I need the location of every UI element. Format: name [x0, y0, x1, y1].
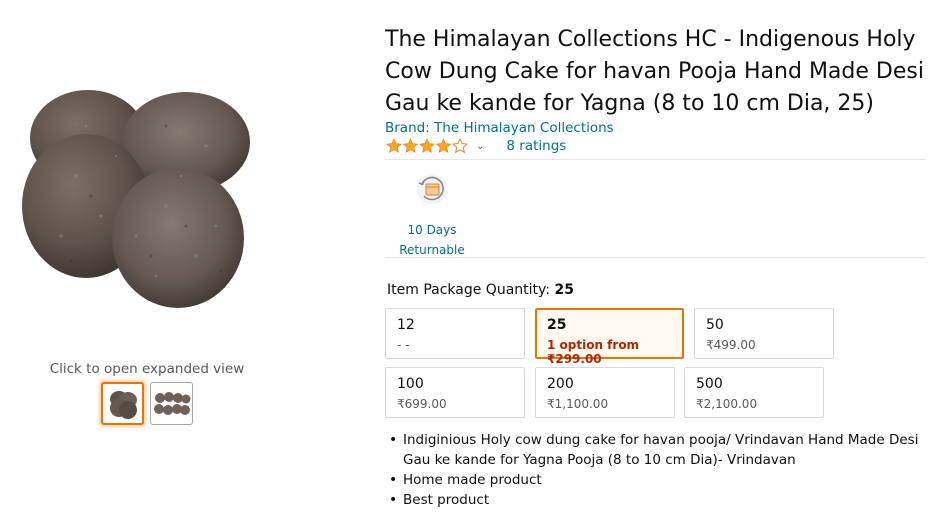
qty-option-100[interactable]: 100 ₹699.00 — [385, 367, 525, 418]
cow-dung-cake-single-image — [109, 390, 137, 419]
qty-option-price: ₹2,100.00 — [696, 397, 758, 411]
return-box-icon — [415, 172, 449, 206]
star-icons — [386, 138, 468, 154]
brand-link[interactable]: Brand: The Himalayan Collections — [385, 120, 614, 136]
main-product-image[interactable] — [16, 86, 256, 316]
qty-option-12[interactable]: 12 - - — [385, 308, 525, 359]
cow-dung-cakes-group-image — [153, 391, 190, 415]
qty-option-value: 12 — [397, 317, 415, 333]
qty-option-200[interactable]: 200 ₹1,100.00 — [535, 367, 675, 418]
qty-option-price: ₹699.00 — [397, 397, 447, 411]
rating-row: ⌄ 8 ratings — [386, 138, 566, 154]
return-days: 10 Days — [407, 223, 457, 237]
qty-option-price: - - — [397, 338, 410, 352]
qty-option-value: 50 — [706, 317, 724, 333]
qty-option-25[interactable]: 25 1 option from ₹299.00 — [535, 308, 684, 366]
feature-bullet: Best product — [385, 490, 925, 510]
thumbnail-1[interactable] — [101, 382, 144, 425]
qty-option-price: ₹1,100.00 — [547, 397, 609, 411]
qty-option-value: 500 — [696, 376, 723, 392]
returnable-badge[interactable]: 10 Days Returnable — [395, 172, 469, 260]
package-quantity-selected: 25 — [554, 282, 574, 298]
qty-option-50[interactable]: 50 ₹499.00 — [694, 308, 834, 359]
feature-bullets: Indiginious Holy cow dung cake for havan… — [385, 430, 925, 510]
feature-bullet: Indiginious Holy cow dung cake for havan… — [385, 430, 925, 470]
expand-view-caption: Click to open expanded view — [49, 361, 245, 377]
qty-option-price: 1 option from ₹299.00 — [547, 338, 640, 366]
thumbnail-strip — [101, 382, 193, 425]
qty-option-value: 25 — [547, 317, 567, 333]
package-quantity-label: Item Package Quantity: 25 — [387, 282, 574, 298]
package-quantity-title: Item Package Quantity: — [387, 282, 550, 298]
star-rating[interactable] — [386, 138, 468, 154]
qty-option-500[interactable]: 500 ₹2,100.00 — [684, 367, 824, 418]
chevron-down-icon[interactable]: ⌄ — [476, 141, 484, 152]
divider — [385, 257, 925, 258]
feature-bullet: Home made product — [385, 470, 925, 490]
ratings-count-link[interactable]: 8 ratings — [506, 138, 566, 154]
qty-option-price: ₹499.00 — [706, 338, 756, 352]
product-title: The Himalayan Collections HC - Indigenou… — [385, 27, 924, 116]
qty-option-value: 200 — [547, 376, 574, 392]
divider — [385, 159, 925, 160]
thumbnail-2[interactable] — [150, 382, 193, 425]
qty-option-value: 100 — [397, 376, 424, 392]
